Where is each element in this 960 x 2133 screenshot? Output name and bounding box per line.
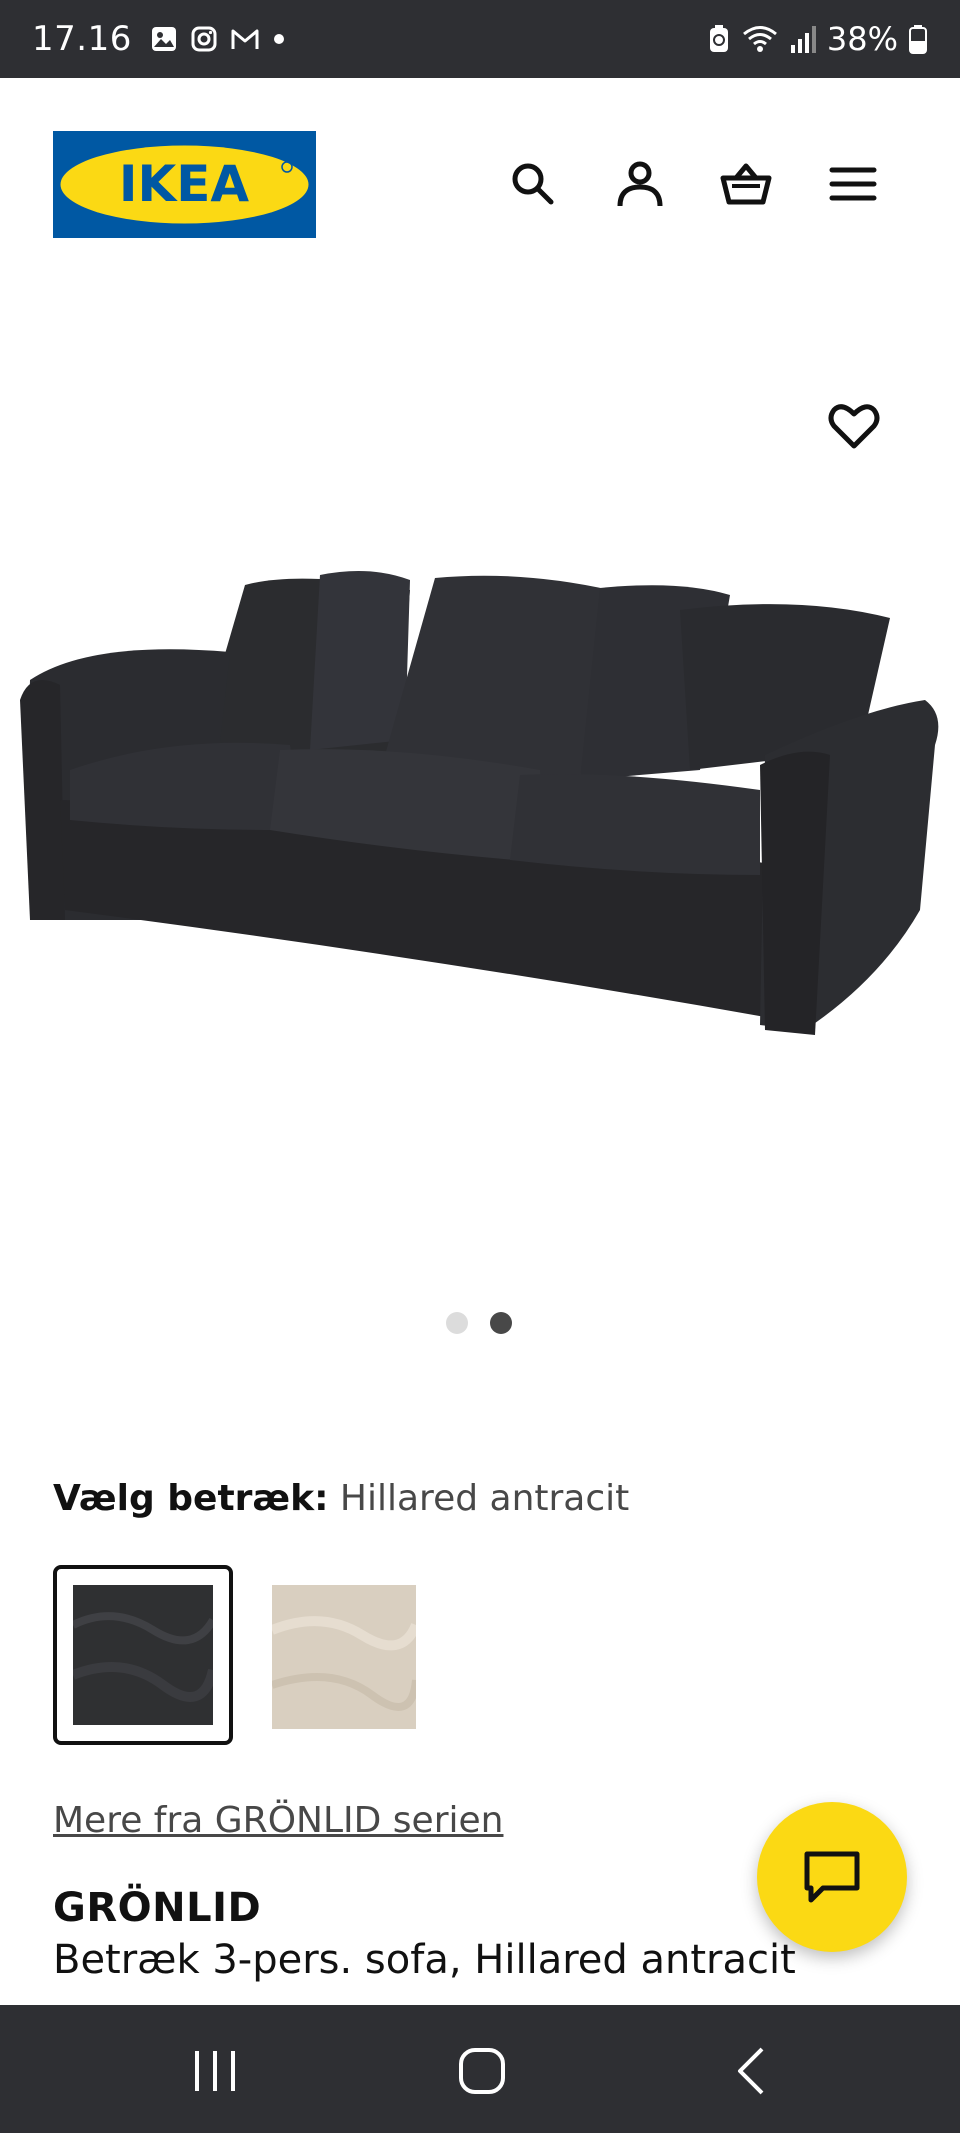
home-icon[interactable] <box>452 2041 512 2101</box>
swatch-hillared-beige[interactable] <box>270 1585 421 1729</box>
cover-selector-label: Vælg betræk: Hillared antracit <box>53 1478 629 1519</box>
cover-label-title: Vælg betræk: <box>53 1478 329 1519</box>
chat-button[interactable] <box>757 1802 907 1952</box>
carousel-dot-1[interactable] <box>446 1312 468 1334</box>
product-name: GRÖNLID <box>53 1885 262 1931</box>
sofa-image <box>20 571 939 1035</box>
status-time: 17.16 <box>32 19 132 59</box>
ikea-logo[interactable]: IKEA <box>53 131 316 238</box>
swatch-antracit-texture <box>73 1585 213 1725</box>
logo-text: IKEA <box>119 155 250 213</box>
battery-percentage: 38% <box>826 20 898 58</box>
system-navigation-bar <box>0 2005 960 2133</box>
carousel-dots <box>446 1312 512 1334</box>
search-icon[interactable] <box>507 158 559 210</box>
menu-icon[interactable] <box>827 158 879 210</box>
swatch-beige-texture <box>270 1585 421 1729</box>
series-link[interactable]: Mere fra GRÖNLID serien <box>53 1800 503 1841</box>
chat-icon <box>804 1851 860 1903</box>
status-bar: 17.16 38% <box>0 0 960 78</box>
product-description: Betræk 3-pers. sofa, Hillared antracit <box>53 1937 796 1983</box>
gallery-icon <box>151 27 176 51</box>
status-notification-icons <box>150 25 286 53</box>
heart-icon[interactable] <box>826 398 882 454</box>
recent-apps-icon[interactable] <box>185 2041 245 2101</box>
account-icon[interactable] <box>614 158 666 210</box>
wifi-icon <box>742 26 777 52</box>
dot-icon <box>273 34 284 44</box>
battery-saver-icon <box>709 25 728 52</box>
signal-icon <box>790 26 816 53</box>
instagram-icon <box>191 26 217 52</box>
site-header: IKEA <box>0 78 960 278</box>
battery-icon <box>909 25 927 54</box>
swatch-hillared-antracit[interactable] <box>53 1565 233 1745</box>
carousel-dot-2[interactable] <box>490 1312 512 1334</box>
cover-selected-value: Hillared antracit <box>339 1478 630 1519</box>
status-right-icons: 38% <box>707 20 928 58</box>
basket-icon[interactable] <box>720 158 772 210</box>
gmail-icon <box>231 29 259 49</box>
back-icon[interactable] <box>724 2041 784 2101</box>
